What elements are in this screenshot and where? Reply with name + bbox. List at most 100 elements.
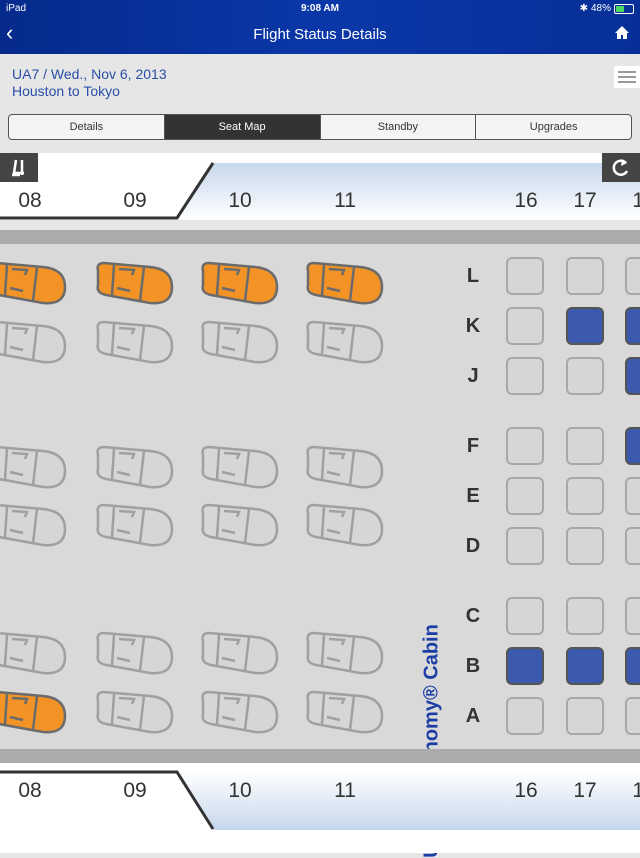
economy-seat-18A-available[interactable]	[625, 697, 640, 735]
home-button[interactable]	[614, 25, 630, 45]
clock: 9:08 AM	[301, 3, 339, 14]
row-label-A: A	[465, 705, 481, 727]
business-seat-11L-occupied[interactable]	[302, 257, 386, 307]
business-seat-08B-available[interactable]	[0, 627, 69, 677]
column-label: 10	[228, 779, 252, 802]
tab-bar: Details Seat Map Standby Upgrades	[8, 114, 632, 140]
list-icon	[618, 71, 636, 73]
business-seat-11K-available[interactable]	[302, 316, 386, 366]
economy-seat-16L-available[interactable]	[506, 257, 544, 295]
row-label-L: L	[466, 265, 480, 287]
economy-seat-17J-available[interactable]	[566, 357, 604, 395]
cabin-wall-top	[0, 230, 640, 244]
seat-map: United Economy® Cabin LKJFEDCBA	[0, 244, 640, 858]
business-seat-10K-available[interactable]	[197, 316, 281, 366]
business-seat-09E-available[interactable]	[92, 499, 176, 549]
business-seat-08A-occupied[interactable]	[0, 686, 69, 736]
column-label: 17	[573, 189, 597, 212]
bluetooth-icon: ✱	[579, 3, 588, 14]
top-bar: iPad 9:08 AM ✱ 48% ‹ Flight Status Detai…	[0, 0, 640, 54]
economy-seat-16C-available[interactable]	[506, 597, 544, 635]
column-label: 11	[334, 779, 356, 802]
business-seat-10L-occupied[interactable]	[197, 257, 281, 307]
business-seat-09A-available[interactable]	[92, 686, 176, 736]
column-label: 18	[632, 779, 640, 802]
business-seat-10B-available[interactable]	[197, 627, 281, 677]
battery-percent: 48%	[590, 3, 611, 14]
economy-seat-17B-occupied[interactable]	[566, 647, 604, 685]
business-seat-11F-available[interactable]	[302, 441, 386, 491]
tab-details[interactable]: Details	[9, 115, 165, 139]
business-seat-11E-available[interactable]	[302, 499, 386, 549]
business-seat-08E-available[interactable]	[0, 499, 69, 549]
tab-upgrades[interactable]: Upgrades	[476, 115, 631, 139]
business-seat-09K-available[interactable]	[92, 316, 176, 366]
seat-icon	[12, 159, 24, 177]
list-button[interactable]	[614, 66, 640, 88]
column-label: 08	[18, 189, 42, 212]
business-seat-10A-available[interactable]	[197, 686, 281, 736]
refresh-button[interactable]	[602, 153, 640, 182]
row-label-F: F	[466, 435, 480, 457]
column-label: 16	[514, 189, 538, 212]
economy-seat-17E-available[interactable]	[566, 477, 604, 515]
economy-seat-16K-available[interactable]	[506, 307, 544, 345]
column-label: 09	[123, 189, 147, 212]
economy-seat-17A-available[interactable]	[566, 697, 604, 735]
row-label-K: K	[465, 315, 481, 337]
economy-seat-16F-available[interactable]	[506, 427, 544, 465]
economy-seat-18C-available[interactable]	[625, 597, 640, 635]
column-label: 17	[573, 779, 597, 802]
column-label: 16	[514, 779, 538, 802]
page-title: Flight Status Details	[253, 26, 387, 43]
business-seat-10E-available[interactable]	[197, 499, 281, 549]
business-seat-09B-available[interactable]	[92, 627, 176, 677]
column-label: 09	[123, 779, 147, 802]
column-label: 10	[228, 189, 252, 212]
column-label: 11	[334, 189, 356, 212]
economy-seat-18E-available[interactable]	[625, 477, 640, 515]
business-seat-10F-available[interactable]	[197, 441, 281, 491]
business-seat-11A-available[interactable]	[302, 686, 386, 736]
economy-seat-16E-available[interactable]	[506, 477, 544, 515]
battery-icon	[614, 3, 634, 14]
flight-route: Houston to Tokyo	[12, 83, 120, 99]
economy-seat-16J-available[interactable]	[506, 357, 544, 395]
economy-seat-16D-available[interactable]	[506, 527, 544, 565]
flight-info: UA7 / Wed., Nov 6, 2013 Houston to Tokyo	[12, 66, 167, 100]
business-seat-08F-available[interactable]	[0, 441, 69, 491]
economy-seat-18J-occupied[interactable]	[625, 357, 640, 395]
tab-standby[interactable]: Standby	[321, 115, 477, 139]
seat-legend-button[interactable]	[0, 153, 38, 182]
business-seat-08L-occupied[interactable]	[0, 257, 69, 307]
economy-seat-18F-occupied[interactable]	[625, 427, 640, 465]
column-header-top: 08 09 10 11 16 17 18	[0, 153, 640, 220]
economy-seat-17K-occupied[interactable]	[566, 307, 604, 345]
economy-seat-16B-occupied[interactable]	[506, 647, 544, 685]
row-label-J: J	[467, 365, 479, 387]
column-label: 18	[632, 189, 640, 212]
home-icon	[615, 26, 629, 39]
refresh-icon	[612, 159, 629, 176]
economy-seat-18K-occupied[interactable]	[625, 307, 640, 345]
tab-seat-map[interactable]: Seat Map	[164, 115, 321, 139]
footer-spacer	[0, 830, 640, 853]
economy-seat-18B-occupied[interactable]	[625, 647, 640, 685]
economy-seat-17F-available[interactable]	[566, 427, 604, 465]
cabin-wall-bottom	[0, 749, 640, 763]
business-seat-08K-available[interactable]	[0, 316, 69, 366]
economy-seat-17C-available[interactable]	[566, 597, 604, 635]
row-label-B: B	[465, 655, 481, 677]
economy-seat-16A-available[interactable]	[506, 697, 544, 735]
economy-seat-17D-available[interactable]	[566, 527, 604, 565]
economy-seat-18D-available[interactable]	[625, 527, 640, 565]
row-label-E: E	[466, 485, 480, 507]
business-seat-09L-occupied[interactable]	[92, 257, 176, 307]
economy-seat-18L-available[interactable]	[625, 257, 640, 295]
flight-number-date: UA7 / Wed., Nov 6, 2013	[12, 66, 167, 82]
business-seat-09F-available[interactable]	[92, 441, 176, 491]
business-seat-11B-available[interactable]	[302, 627, 386, 677]
economy-seat-17L-available[interactable]	[566, 257, 604, 295]
column-header-bottom: 08 09 10 11 16 17 18	[0, 763, 640, 830]
status-bar: iPad 9:08 AM ✱ 48%	[0, 2, 640, 16]
